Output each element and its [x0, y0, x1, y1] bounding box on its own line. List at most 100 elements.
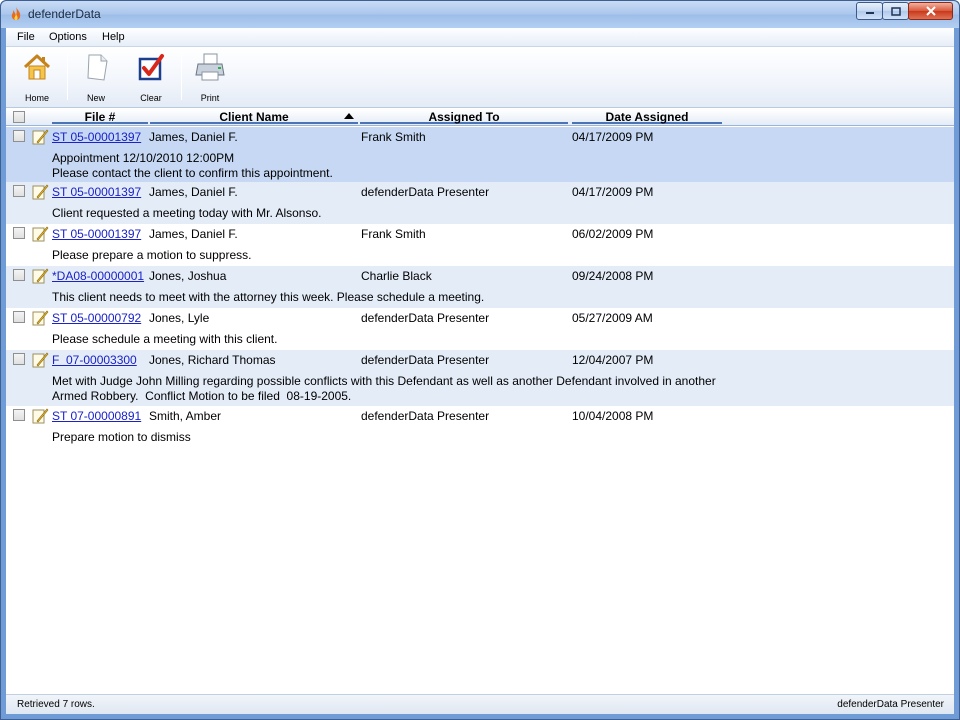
menu-options[interactable]: Options — [49, 31, 87, 43]
row-note: Met with Judge John Milling regarding po… — [52, 374, 772, 404]
file-number-link[interactable]: F 07-00003300 — [52, 353, 137, 367]
menu-bar: File Options Help — [6, 28, 954, 47]
minimize-icon — [865, 12, 874, 14]
row-checkbox[interactable] — [13, 269, 25, 281]
title-bar[interactable]: defenderData — [1, 1, 959, 28]
row-note: This client needs to meet with the attor… — [52, 290, 772, 305]
print-button[interactable]: Print — [186, 51, 234, 105]
clear-button[interactable]: Clear — [127, 51, 175, 105]
row-note-line: This client needs to meet with the attor… — [52, 290, 485, 304]
row-note-line: Please schedule a meeting with this clie… — [52, 332, 278, 346]
sort-ascending-icon — [344, 113, 354, 119]
table-row[interactable]: F 07-00003300 Jones, Richard Thomas defe… — [6, 350, 954, 406]
window-controls — [856, 2, 953, 20]
row-note: Please schedule a meeting with this clie… — [52, 332, 772, 347]
date-assigned: 06/02/2009 PM — [572, 227, 654, 241]
home-icon — [23, 54, 51, 80]
client-area: File Options Help Home New Clear Print F… — [6, 28, 954, 714]
row-checkbox[interactable] — [13, 409, 25, 421]
assigned-to: defenderData Presenter — [361, 409, 490, 423]
row-checkbox[interactable] — [13, 353, 25, 365]
select-all-checkbox[interactable] — [13, 111, 25, 123]
grid-header: File # Client Name Assigned To Date Assi… — [6, 109, 954, 126]
row-note-line: Prepare motion to dismiss — [52, 430, 191, 444]
menu-help[interactable]: Help — [102, 31, 125, 43]
column-header-file[interactable]: File # — [52, 110, 148, 124]
maximize-icon — [890, 6, 901, 16]
status-row-count: Retrieved 7 rows. — [17, 699, 95, 710]
assigned-to: defenderData Presenter — [361, 311, 490, 325]
file-number-link[interactable]: ST 07-00000891 — [52, 409, 141, 423]
row-checkbox[interactable] — [13, 311, 25, 323]
date-assigned: 09/24/2008 PM — [572, 269, 654, 283]
column-header-date[interactable]: Date Assigned — [572, 110, 722, 124]
notepad-pencil-icon — [32, 184, 49, 200]
client-name: Jones, Lyle — [149, 311, 210, 325]
checkbox-checked-icon — [138, 54, 164, 81]
row-checkbox[interactable] — [13, 185, 25, 197]
date-assigned: 05/27/2009 AM — [572, 311, 653, 325]
table-row[interactable]: ST 05-00001397 James, Daniel F. Frank Sm… — [6, 127, 954, 182]
date-assigned: 10/04/2008 PM — [572, 409, 654, 423]
row-note: Appointment 12/10/2010 12:00PM Please co… — [52, 151, 772, 181]
new-document-icon — [87, 54, 108, 81]
notepad-pencil-icon — [32, 352, 49, 368]
client-name: James, Daniel F. — [149, 185, 238, 199]
minimize-button[interactable] — [856, 2, 883, 20]
column-header-client-label: Client Name — [219, 110, 289, 124]
notepad-pencil-icon — [32, 310, 49, 326]
row-checkbox[interactable] — [13, 130, 25, 142]
assigned-to: Frank Smith — [361, 130, 426, 144]
date-assigned: 04/17/2009 PM — [572, 130, 654, 144]
toolbar-separator — [181, 54, 182, 100]
status-bar: Retrieved 7 rows. defenderData Presenter — [6, 694, 954, 714]
file-number-link[interactable]: ST 05-00001397 — [52, 227, 141, 241]
date-assigned: 12/04/2007 PM — [572, 353, 654, 367]
column-header-assigned[interactable]: Assigned To — [360, 110, 568, 124]
new-button[interactable]: New — [72, 51, 120, 105]
home-label: Home — [24, 93, 49, 103]
toolbar: Home New Clear Print — [6, 48, 954, 108]
notepad-pencil-icon — [32, 129, 49, 145]
file-number-link[interactable]: ST 05-00001397 — [52, 130, 141, 144]
row-note: Prepare motion to dismiss — [52, 430, 772, 445]
notepad-pencil-icon — [32, 268, 49, 284]
row-note-line: Appointment 12/10/2010 12:00PM — [52, 151, 235, 165]
status-user: defenderData Presenter — [837, 699, 944, 710]
date-assigned: 04/17/2009 PM — [572, 185, 654, 199]
table-row[interactable]: ST 05-00000792 Jones, Lyle defenderData … — [6, 308, 954, 350]
printer-icon — [195, 53, 225, 81]
row-note-line: Please contact the client to confirm thi… — [52, 166, 333, 180]
assigned-to: defenderData Presenter — [361, 353, 490, 367]
close-icon — [925, 6, 936, 16]
menu-file[interactable]: File — [17, 31, 35, 43]
app-window: defenderData File Options Help Home New … — [0, 0, 960, 720]
row-note-line: Met with Judge John Milling regarding po… — [52, 374, 716, 388]
row-note-line: Please prepare a motion to suppress. — [52, 248, 252, 262]
client-name: Jones, Joshua — [149, 269, 227, 283]
home-button[interactable]: Home — [13, 51, 61, 105]
row-note: Please prepare a motion to suppress. — [52, 248, 772, 263]
row-note-line: Armed Robbery. Conflict Motion to be fil… — [52, 389, 352, 403]
client-name: Smith, Amber — [149, 409, 222, 423]
maximize-button[interactable] — [882, 2, 909, 20]
table-row[interactable]: ST 07-00000891 Smith, Amber defenderData… — [6, 406, 954, 448]
notepad-pencil-icon — [32, 408, 49, 424]
column-header-client[interactable]: Client Name — [150, 110, 358, 124]
row-note: Client requested a meeting today with Mr… — [52, 206, 772, 221]
file-number-link[interactable]: ST 05-00001397 — [52, 185, 141, 199]
client-name: Jones, Richard Thomas — [149, 353, 276, 367]
file-number-link[interactable]: *DA08-00000001 — [52, 269, 144, 283]
table-row[interactable]: ST 05-00001397 James, Daniel F. defender… — [6, 182, 954, 224]
flame-icon — [11, 7, 21, 21]
file-number-link[interactable]: ST 05-00000792 — [52, 311, 141, 325]
row-checkbox[interactable] — [13, 227, 25, 239]
clear-label: Clear — [140, 93, 162, 103]
window-title: defenderData — [28, 7, 101, 21]
close-button[interactable] — [908, 2, 953, 20]
client-name: James, Daniel F. — [149, 227, 238, 241]
table-row[interactable]: *DA08-00000001 Jones, Joshua Charlie Bla… — [6, 266, 954, 308]
assigned-to: Charlie Black — [361, 269, 432, 283]
table-row[interactable]: ST 05-00001397 James, Daniel F. Frank Sm… — [6, 224, 954, 266]
assigned-to: Frank Smith — [361, 227, 426, 241]
